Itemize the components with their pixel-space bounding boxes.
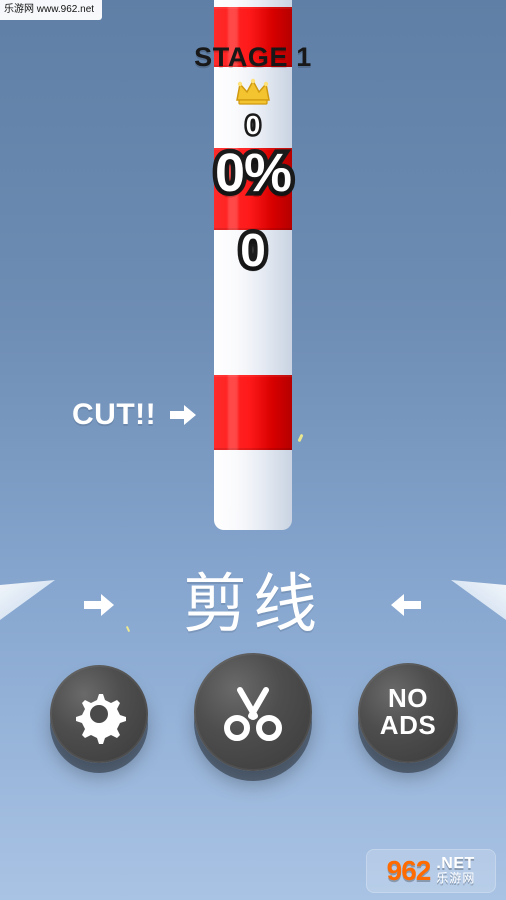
arrow-right-icon	[84, 594, 114, 616]
watermark-brand-cn: 乐游网	[436, 871, 476, 885]
no-ads-text: NO ADS	[380, 685, 436, 739]
spark	[297, 433, 304, 443]
arrow-left-icon	[391, 594, 421, 616]
pole-stripe-top	[214, 7, 292, 67]
gear-icon	[76, 694, 126, 744]
cut-line-label: 剪线	[183, 568, 323, 642]
watermark-brand-number: 962	[386, 855, 432, 886]
cut-hint: CUT!!	[72, 398, 198, 432]
crown-icon	[236, 78, 270, 105]
pole-stripe-middle	[214, 148, 292, 230]
cut-button[interactable]	[194, 653, 312, 771]
no-ads-line-2: ADS	[379, 710, 437, 740]
watermark-right: .NET 乐游网	[436, 855, 476, 886]
no-ads-line-1: NO	[388, 683, 428, 713]
cut-line-row: 剪线	[0, 570, 506, 640]
arrow-right-icon	[170, 405, 197, 425]
cut-hint-text: CUT!!	[72, 398, 157, 431]
no-ads-button[interactable]: NO ADS	[358, 663, 458, 763]
watermark-brand-domain: .NET	[436, 855, 475, 872]
top-left-watermark-text: 乐游网 www.962.net	[4, 4, 95, 15]
pole-stripe-bottom	[214, 375, 292, 450]
top-left-watermark: 乐游网 www.962.net	[0, 0, 103, 20]
scissors-icon	[224, 687, 282, 741]
bottom-right-watermark: 962 .NET 乐游网	[366, 849, 496, 893]
settings-button[interactable]	[50, 665, 148, 763]
